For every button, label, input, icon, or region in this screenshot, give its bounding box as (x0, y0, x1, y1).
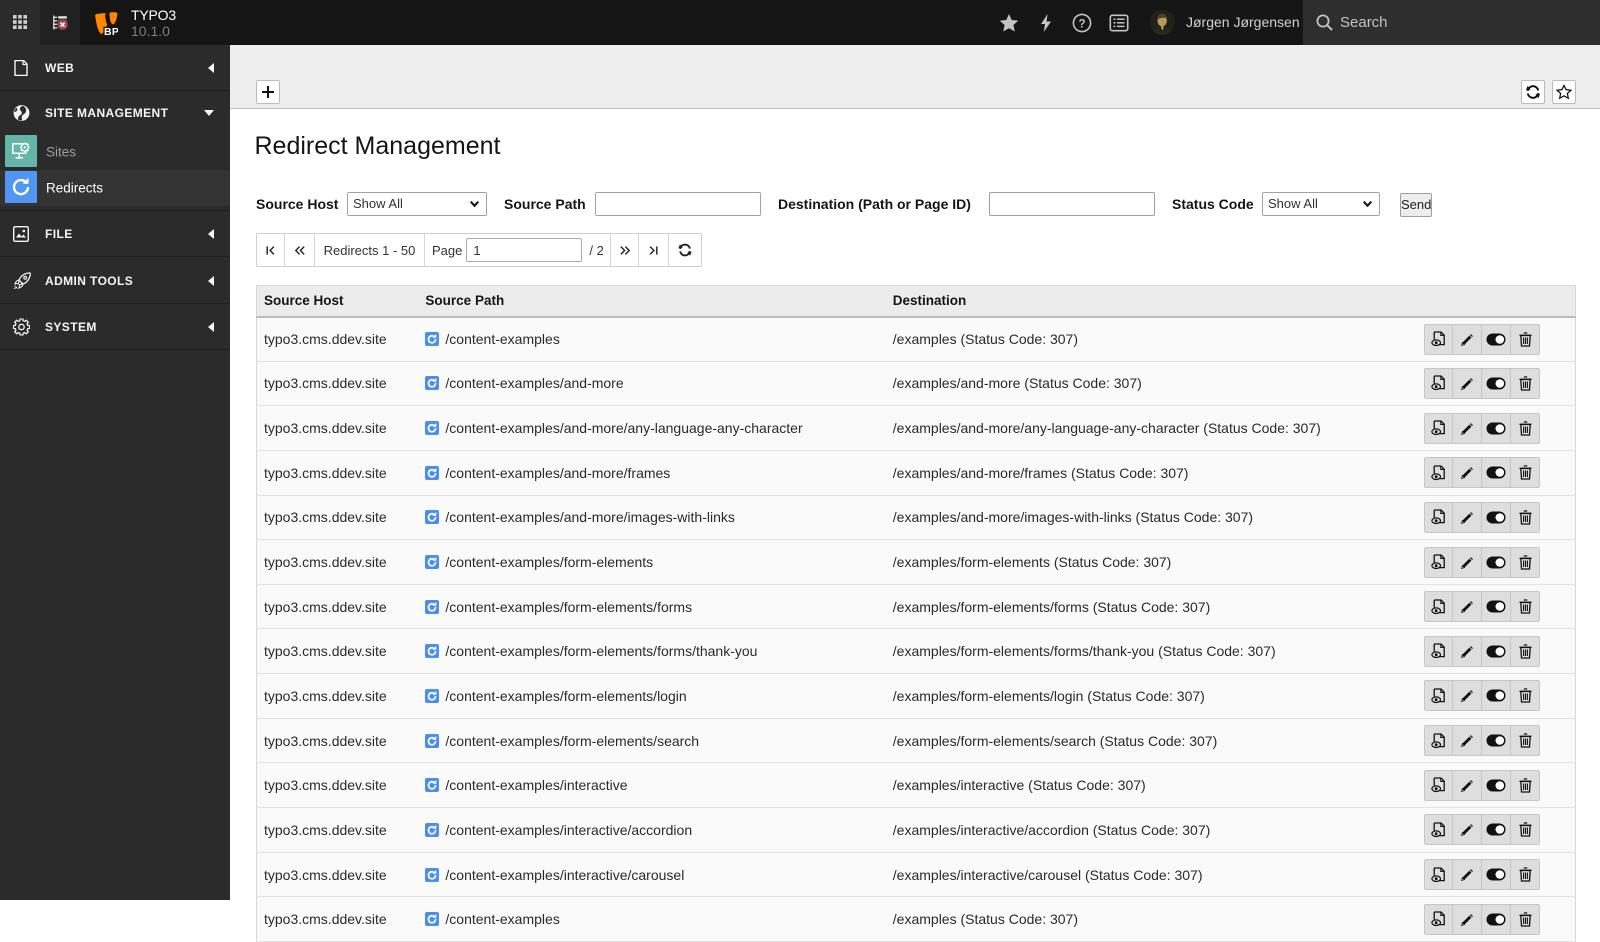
svg-text:?: ? (1078, 18, 1085, 30)
svg-text:BP: BP (104, 26, 118, 36)
